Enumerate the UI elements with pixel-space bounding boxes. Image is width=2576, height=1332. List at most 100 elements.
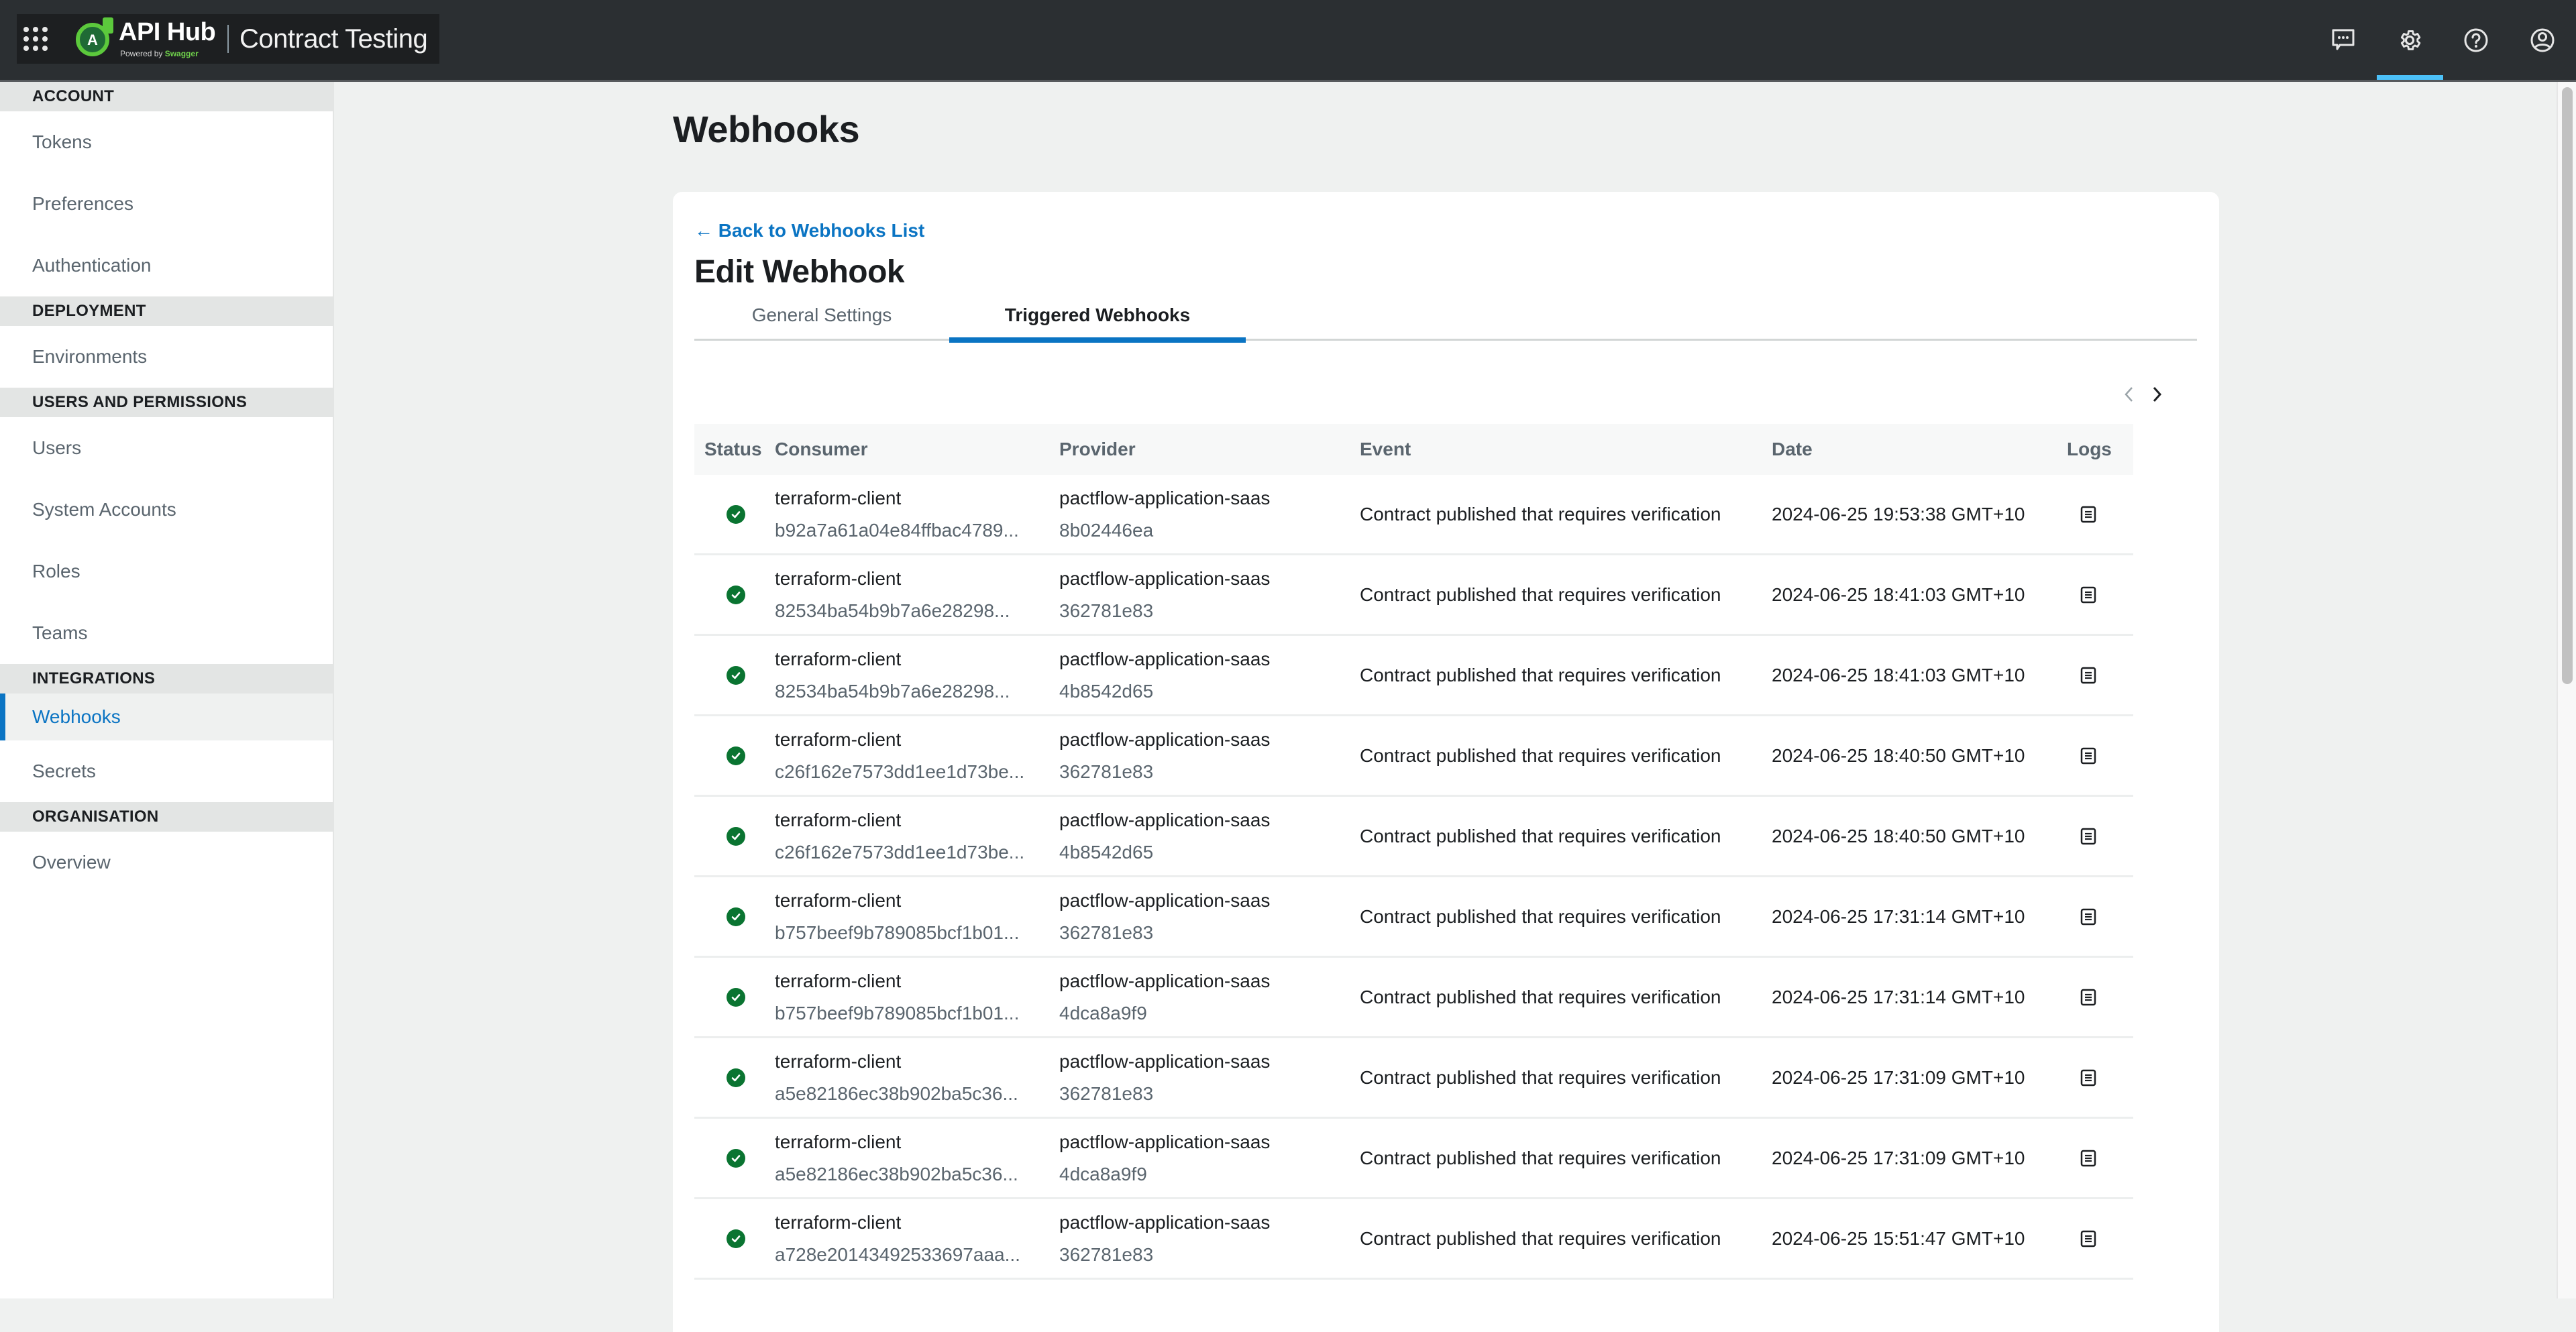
consumer-cell: terraform-client b757beef9b789085bcf1b01…: [775, 890, 1059, 944]
tab-general-settings[interactable]: General Settings: [694, 304, 949, 341]
logs-cell: [2067, 1150, 2133, 1167]
provider-cell: pactflow-application-saas 4dca8a9f9: [1059, 1131, 1360, 1185]
consumer-cell: terraform-client a5e82186ec38b902ba5c36.…: [775, 1131, 1059, 1185]
table-row: terraform-client 82534ba54b9b7a6e28298..…: [694, 636, 2133, 716]
document-log-icon[interactable]: [2080, 828, 2096, 845]
chevron-right-icon[interactable]: [2147, 381, 2167, 408]
sidebar-section-deployment: DEPLOYMENT: [0, 296, 333, 326]
brand-area: A API Hub Powered by Swagger Contract Te…: [17, 14, 439, 64]
sidebar-item-secrets[interactable]: Secrets: [0, 740, 333, 802]
column-header-consumer: Consumer: [775, 439, 868, 459]
sidebar-section-account: ACCOUNT: [0, 82, 333, 111]
provider-name: pactflow-application-saas: [1059, 809, 1271, 830]
sidebar-item-environments[interactable]: Environments: [0, 326, 333, 388]
provider-name: pactflow-application-saas: [1059, 1050, 1271, 1072]
sidebar-item-users[interactable]: Users: [0, 417, 333, 479]
provider-version: 4dca8a9f9: [1059, 1163, 1147, 1184]
logs-cell: [2067, 989, 2133, 1006]
date-cell: 2024-06-25 19:53:38 GMT+10: [1772, 503, 2025, 524]
table-row: terraform-client b757beef9b789085bcf1b01…: [694, 877, 2133, 958]
document-log-icon[interactable]: [2080, 908, 2096, 926]
success-check-icon: [727, 907, 745, 926]
date-cell: 2024-06-25 18:41:03 GMT+10: [1772, 664, 2025, 685]
status-cell: [694, 1148, 775, 1168]
scrollbar-thumb[interactable]: [2562, 87, 2573, 684]
consumer-name: terraform-client: [775, 889, 902, 911]
help-question-icon[interactable]: [2463, 27, 2489, 54]
consumer-version: b757beef9b789085bcf1b01...: [775, 1002, 1020, 1023]
status-cell: [694, 504, 775, 524]
sidebar-item-teams[interactable]: Teams: [0, 602, 333, 664]
sidebar-item-webhooks[interactable]: Webhooks: [0, 693, 333, 740]
column-header-logs: Logs: [2067, 439, 2112, 459]
document-log-icon[interactable]: [2080, 1230, 2096, 1247]
consumer-version: a728e20143492533697aaa...: [775, 1243, 1020, 1265]
event-cell: Contract published that requires verific…: [1360, 1066, 1721, 1088]
consumer-version: b757beef9b789085bcf1b01...: [775, 922, 1020, 943]
apps-grid-icon[interactable]: [22, 25, 49, 52]
provider-version: 362781e83: [1059, 1243, 1154, 1265]
document-log-icon[interactable]: [2080, 1069, 2096, 1087]
table-row: terraform-client a5e82186ec38b902ba5c36.…: [694, 1119, 2133, 1199]
back-to-webhooks-link[interactable]: ← Back to Webhooks List: [694, 220, 924, 241]
document-log-icon[interactable]: [2080, 667, 2096, 684]
logs-cell: [2067, 1069, 2133, 1087]
settings-gear-icon[interactable]: [2396, 27, 2423, 54]
brand-text: API Hub Powered by Swagger: [119, 14, 219, 64]
feedback-chat-icon[interactable]: [2330, 27, 2357, 54]
consumer-cell: terraform-client 82534ba54b9b7a6e28298..…: [775, 649, 1059, 702]
sidebar-item-preferences[interactable]: Preferences: [0, 173, 333, 235]
provider-name: pactflow-application-saas: [1059, 1131, 1271, 1152]
provider-version: 362781e83: [1059, 761, 1154, 782]
sidebar-item-overview[interactable]: Overview: [0, 832, 333, 893]
consumer-cell: terraform-client 82534ba54b9b7a6e28298..…: [775, 568, 1059, 622]
user-account-icon[interactable]: [2529, 27, 2556, 54]
provider-cell: pactflow-application-saas 362781e83: [1059, 890, 1360, 944]
sidebar-item-roles[interactable]: Roles: [0, 541, 333, 602]
table-row: terraform-client a728e20143492533697aaa.…: [694, 1199, 2133, 1280]
provider-cell: pactflow-application-saas 4dca8a9f9: [1059, 970, 1360, 1024]
consumer-version: 82534ba54b9b7a6e28298...: [775, 600, 1010, 621]
chevron-left-icon[interactable]: [2118, 381, 2139, 408]
logs-cell: [2067, 506, 2133, 523]
date-cell: 2024-06-25 17:31:09 GMT+10: [1772, 1147, 2025, 1168]
document-log-icon[interactable]: [2080, 1150, 2096, 1167]
sidebar-section-integrations: INTEGRATIONS: [0, 664, 333, 693]
provider-name: pactflow-application-saas: [1059, 970, 1271, 991]
sidebar-item-authentication[interactable]: Authentication: [0, 235, 333, 296]
consumer-cell: terraform-client b757beef9b789085bcf1b01…: [775, 970, 1059, 1024]
page-title: Webhooks: [673, 108, 860, 150]
date-cell: 2024-06-25 17:31:09 GMT+10: [1772, 1066, 2025, 1088]
table-body: terraform-client b92a7a61a04e84ffbac4789…: [694, 475, 2133, 1280]
consumer-version: a5e82186ec38b902ba5c36...: [775, 1163, 1018, 1184]
provider-version: 362781e83: [1059, 1083, 1154, 1104]
logs-cell: [2067, 667, 2133, 684]
event-cell: Contract published that requires verific…: [1360, 986, 1721, 1007]
provider-cell: pactflow-application-saas 4b8542d65: [1059, 649, 1360, 702]
event-cell: Contract published that requires verific…: [1360, 664, 1721, 685]
product-name[interactable]: Contract Testing: [239, 24, 428, 54]
page-scrollbar[interactable]: [2557, 82, 2576, 1298]
provider-name: pactflow-application-saas: [1059, 889, 1271, 911]
consumer-cell: terraform-client a5e82186ec38b902ba5c36.…: [775, 1051, 1059, 1105]
sidebar-item-tokens[interactable]: Tokens: [0, 111, 333, 173]
event-cell: Contract published that requires verific…: [1360, 584, 1721, 605]
success-check-icon: [727, 1229, 745, 1248]
document-log-icon[interactable]: [2080, 506, 2096, 523]
status-cell: [694, 1229, 775, 1248]
provider-name: pactflow-application-saas: [1059, 567, 1271, 589]
document-log-icon[interactable]: [2080, 586, 2096, 604]
document-log-icon[interactable]: [2080, 989, 2096, 1006]
sidebar-item-system-accounts[interactable]: System Accounts: [0, 479, 333, 541]
logs-cell: [2067, 586, 2133, 604]
status-cell: [694, 987, 775, 1007]
success-check-icon: [727, 665, 745, 685]
tab-triggered-webhooks[interactable]: Triggered Webhooks: [949, 304, 1246, 343]
brand-divider: [227, 25, 229, 53]
document-log-icon[interactable]: [2080, 747, 2096, 765]
brand-name: API Hub: [119, 18, 216, 46]
date-cell: 2024-06-25 18:40:50 GMT+10: [1772, 744, 2025, 766]
consumer-cell: terraform-client c26f162e7573dd1ee1d73be…: [775, 810, 1059, 863]
status-cell: [694, 585, 775, 604]
status-cell: [694, 907, 775, 926]
